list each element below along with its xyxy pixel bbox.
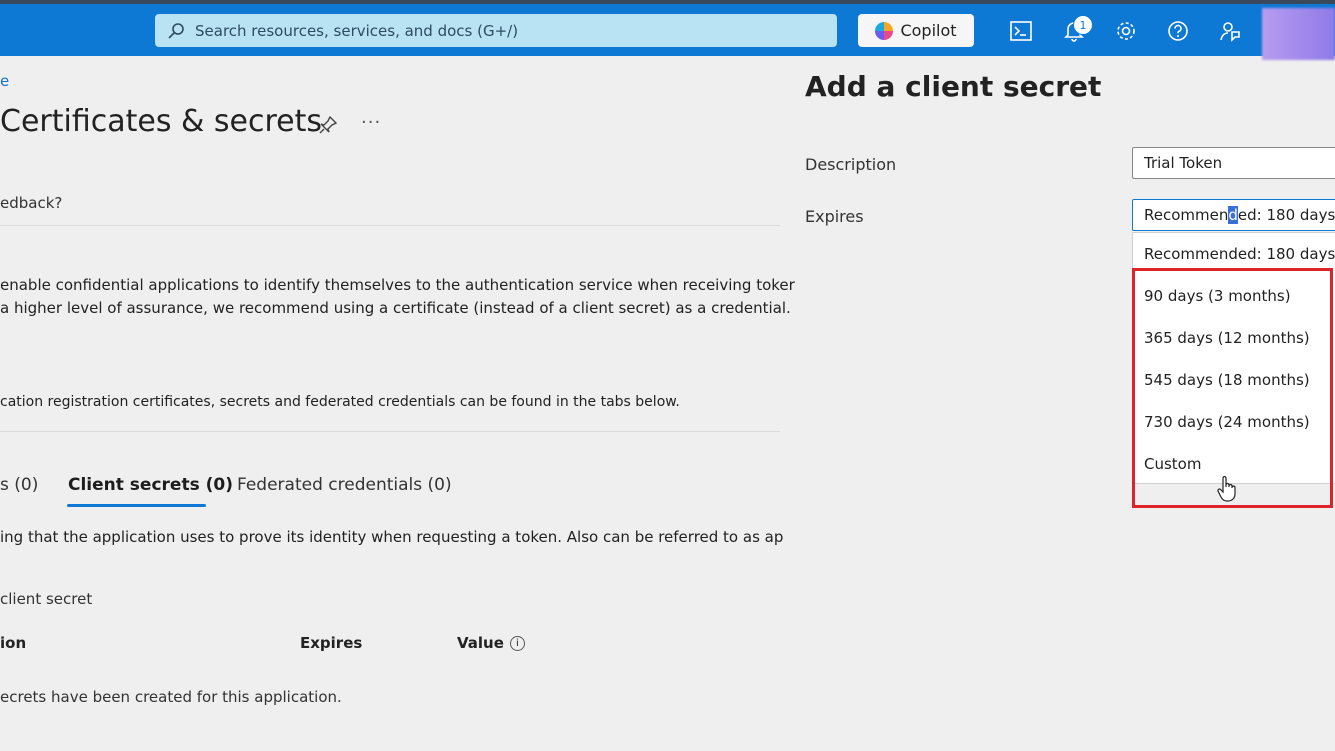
text-selection: d [1228, 206, 1238, 224]
breadcrumb[interactable]: e [0, 72, 9, 90]
column-expires: Expires [300, 634, 363, 652]
copilot-label: Copilot [900, 21, 957, 40]
intro-text-line2: a higher level of assurance, we recommen… [0, 299, 791, 317]
settings-gear-icon[interactable] [1113, 18, 1139, 44]
client-secret-description: ing that the application uses to prove i… [0, 528, 784, 546]
expires-select[interactable]: Recommen d ed: 180 days [1132, 199, 1335, 231]
expires-label: Expires [805, 207, 864, 226]
description-value: Trial Token [1144, 154, 1223, 172]
hand-cursor-icon [1217, 476, 1236, 502]
column-value: Value i [457, 634, 525, 652]
feedback-link[interactable]: edback? [0, 194, 62, 212]
help-icon[interactable] [1165, 18, 1191, 44]
copilot-button[interactable]: Copilot [858, 14, 974, 47]
pane-title: Add a client secret [805, 70, 1102, 103]
new-client-secret-button[interactable]: client secret [0, 590, 92, 608]
more-options-icon[interactable]: ··· [361, 112, 381, 133]
active-tab-indicator [67, 504, 206, 507]
notification-badge: 1 [1073, 15, 1093, 35]
info-icon[interactable]: i [509, 636, 525, 651]
description-label: Description [805, 155, 897, 174]
intro-text-line1: enable confidential applications to iden… [0, 276, 795, 294]
search-placeholder: Search resources, services, and docs (G+… [195, 21, 519, 40]
option-recommended-180-days[interactable]: Recommended: 180 days [1144, 245, 1335, 263]
copilot-logo-icon [875, 21, 894, 40]
pin-icon[interactable] [318, 115, 338, 135]
tab-federated-credentials[interactable]: Federated credentials (0) [237, 475, 452, 495]
expires-value-start: Recommen [1144, 206, 1229, 224]
tabs-note: cation registration certificates, secret… [0, 394, 680, 410]
top-bar: Search resources, services, and docs (G+… [0, 4, 1335, 60]
column-value-label: Value [457, 634, 504, 652]
description-input[interactable]: Trial Token [1132, 147, 1335, 179]
expires-value-end: ed: 180 days [1237, 206, 1335, 224]
divider [0, 431, 780, 432]
tab-client-secrets[interactable]: Client secrets (0) [68, 475, 233, 495]
page-title: Certificates & secrets [0, 104, 323, 139]
divider [0, 225, 780, 226]
account-avatar[interactable] [1262, 8, 1335, 60]
empty-state-text: ecrets have been created for this applic… [0, 688, 342, 706]
tab-certificates[interactable]: s (0) [0, 475, 38, 495]
annotation-highlight-box [1132, 268, 1333, 508]
feedback-icon[interactable] [1217, 18, 1243, 44]
search-icon [168, 22, 184, 39]
column-description: ion [0, 634, 27, 652]
cloud-shell-icon[interactable] [1008, 18, 1034, 44]
search-input[interactable]: Search resources, services, and docs (G+… [155, 14, 837, 47]
